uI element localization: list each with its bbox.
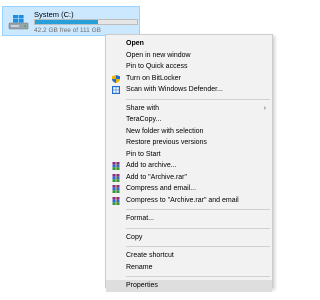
menu-separator (126, 276, 270, 277)
menu-item-label: Restore previous versions (126, 139, 207, 146)
menu-item-label: Compress and email... (126, 185, 197, 192)
context-menu: Open Open in new window Pin to Quick acc… (105, 34, 273, 292)
menu-item-label: Properties (126, 282, 158, 289)
menu-item-pin-start[interactable]: Pin to Start (106, 149, 272, 161)
menu-item-open[interactable]: Open (106, 38, 272, 50)
drive-usage-fill (35, 20, 99, 24)
menu-item-format[interactable]: Format... (106, 213, 272, 225)
winrar-icon (112, 162, 120, 170)
drive-tile-system-c[interactable]: System (C:) 42.2 GB free of 111 GB (2, 6, 140, 36)
menu-separator (126, 227, 270, 229)
menu-item-open-new-window[interactable]: Open in new window (106, 50, 272, 62)
menu-item-label: Create shortcut (126, 252, 174, 259)
menu-item-compress-email[interactable]: Compress and email... (106, 183, 272, 195)
menu-item-label: Share with (126, 104, 160, 112)
menu-item-restore-versions[interactable]: Restore previous versions (106, 137, 272, 149)
menu-separator (126, 98, 270, 100)
drive-usage-bar (34, 19, 138, 25)
menu-item-add-archive-rar[interactable]: Add to "Archive.rar" (106, 172, 272, 184)
menu-item-new-folder-selection[interactable]: New folder with selection (106, 126, 272, 138)
menu-item-label: Add to "Archive.rar" (126, 173, 187, 181)
winrar-icon (112, 196, 120, 205)
menu-item-turn-on-bitlocker[interactable]: Turn on BitLocker (106, 73, 272, 85)
menu-item-label: New folder with selection (126, 127, 204, 135)
menu-item-label: Copy (126, 233, 143, 241)
menu-item-label: Open (126, 40, 144, 47)
menu-item-rename[interactable]: Rename (106, 262, 272, 274)
menu-item-copy[interactable]: Copy (106, 232, 272, 244)
menu-item-label: Pin to Start (126, 150, 161, 158)
menu-item-label: TeraCopy... (126, 116, 162, 123)
menu-separator (126, 209, 270, 210)
menu-item-label: Rename (126, 263, 153, 271)
menu-item-compress-rar-email[interactable]: Compress to "Archive.rar" and email (106, 195, 272, 207)
menu-item-properties[interactable]: Properties (106, 280, 272, 292)
drive-free-space: 42.2 GB free of 111 GB (34, 27, 101, 34)
menu-item-label: Turn on BitLocker (126, 74, 181, 82)
menu-item-pin-quick-access[interactable]: Pin to Quick access (106, 61, 272, 73)
chevron-right-icon: › (263, 104, 266, 112)
menu-item-label: Format... (126, 215, 155, 222)
hard-drive-icon (8, 15, 29, 30)
menu-separator (126, 246, 270, 247)
menu-item-label: Add to archive... (126, 162, 177, 169)
menu-item-label: Scan with Windows Defender... (126, 86, 223, 93)
menu-item-label: Pin to Quick access (126, 63, 188, 70)
drive-name: System (C:) (34, 10, 74, 19)
menu-item-label: Compress to "Archive.rar" and email (126, 196, 239, 204)
menu-item-add-archive[interactable]: Add to archive... (106, 160, 272, 172)
winrar-icon (112, 185, 120, 193)
menu-item-create-shortcut[interactable]: Create shortcut (106, 250, 272, 262)
menu-item-teracopy[interactable]: TeraCopy... (106, 114, 272, 126)
menu-item-share-with[interactable]: Share with › (106, 103, 272, 115)
defender-icon (112, 86, 120, 94)
menu-item-scan-defender[interactable]: Scan with Windows Defender... (106, 84, 272, 96)
menu-item-label: Open in new window (126, 51, 191, 59)
winrar-icon (112, 173, 120, 182)
shield-icon (112, 74, 120, 83)
